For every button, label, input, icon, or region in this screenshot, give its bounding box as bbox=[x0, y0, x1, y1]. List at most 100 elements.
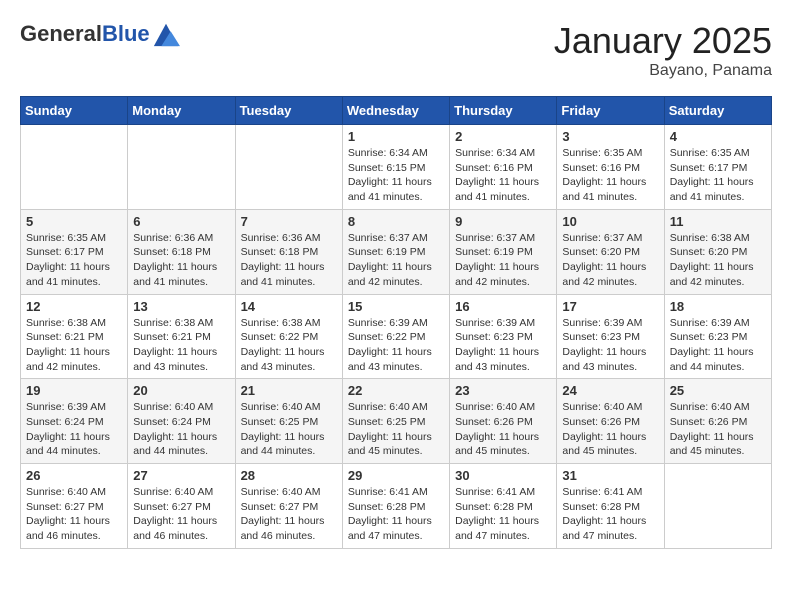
day-number: 10 bbox=[562, 214, 658, 229]
day-info: Sunrise: 6:38 AM Sunset: 6:20 PM Dayligh… bbox=[670, 231, 766, 290]
day-info: Sunrise: 6:40 AM Sunset: 6:26 PM Dayligh… bbox=[455, 400, 551, 459]
calendar-cell: 16 Sunrise: 6:39 AM Sunset: 6:23 PM Dayli… bbox=[450, 294, 557, 379]
day-number: 23 bbox=[455, 383, 551, 398]
logo-general: General bbox=[20, 21, 102, 46]
calendar-cell: 3 Sunrise: 6:35 AM Sunset: 6:16 PM Daylig… bbox=[557, 125, 664, 210]
calendar-cell: 10 Sunrise: 6:37 AM Sunset: 6:20 PM Dayli… bbox=[557, 209, 664, 294]
day-number: 9 bbox=[455, 214, 551, 229]
day-info: Sunrise: 6:39 AM Sunset: 6:23 PM Dayligh… bbox=[562, 316, 658, 375]
calendar-cell: 20Sunrise: 6:40 AM Sunset: 6:24 PM Dayli… bbox=[128, 379, 235, 464]
calendar-cell bbox=[128, 125, 235, 210]
weekday-header: Wednesday bbox=[342, 97, 449, 125]
day-number: 16 bbox=[455, 299, 551, 314]
day-info: Sunrise: 6:35 AM Sunset: 6:17 PM Dayligh… bbox=[26, 231, 122, 290]
day-info: Sunrise: 6:37 AM Sunset: 6:20 PM Dayligh… bbox=[562, 231, 658, 290]
calendar-cell: 28 Sunrise: 6:40 AM Sunset: 6:27 PM Dayli… bbox=[235, 464, 342, 549]
day-info: Sunrise: 6:37 AM Sunset: 6:19 PM Dayligh… bbox=[348, 231, 444, 290]
day-info: Sunrise: 6:39 AM Sunset: 6:23 PM Dayligh… bbox=[455, 316, 551, 375]
day-info: Sunrise: 6:34 AM Sunset: 6:16 PM Dayligh… bbox=[455, 146, 551, 205]
day-number: 4 bbox=[670, 129, 766, 144]
day-info: Sunrise: 6:36 AM Sunset: 6:18 PM Dayligh… bbox=[133, 231, 229, 290]
day-number: 28 bbox=[241, 468, 337, 483]
calendar-week-row: 12 Sunrise: 6:38 AM Sunset: 6:21 PM Dayli… bbox=[21, 294, 772, 379]
calendar-cell bbox=[664, 464, 771, 549]
day-number: 18 bbox=[670, 299, 766, 314]
day-info: Sunrise: 6:39 AM Sunset: 6:22 PM Dayligh… bbox=[348, 316, 444, 375]
day-info: Sunrise: 6:37 AM Sunset: 6:19 PM Dayligh… bbox=[455, 231, 551, 290]
calendar-cell: 29 Sunrise: 6:41 AM Sunset: 6:28 PM Dayli… bbox=[342, 464, 449, 549]
calendar-cell: 13 Sunrise: 6:38 AM Sunset: 6:21 PM Dayli… bbox=[128, 294, 235, 379]
calendar-cell: 11 Sunrise: 6:38 AM Sunset: 6:20 PM Dayli… bbox=[664, 209, 771, 294]
day-info: Sunrise: 6:38 AM Sunset: 6:21 PM Dayligh… bbox=[133, 316, 229, 375]
day-info: Sunrise: 6:40 AM Sunset: 6:27 PM Dayligh… bbox=[133, 485, 229, 544]
day-number: 14 bbox=[241, 299, 337, 314]
calendar-cell: 6Sunrise: 6:36 AM Sunset: 6:18 PM Daylig… bbox=[128, 209, 235, 294]
day-info: Sunrise: 6:40 AM Sunset: 6:26 PM Dayligh… bbox=[670, 400, 766, 459]
day-info: Sunrise: 6:34 AM Sunset: 6:15 PM Dayligh… bbox=[348, 146, 444, 205]
weekday-header-row: SundayMondayTuesdayWednesdayThursdayFrid… bbox=[21, 97, 772, 125]
calendar-cell bbox=[21, 125, 128, 210]
day-info: Sunrise: 6:39 AM Sunset: 6:23 PM Dayligh… bbox=[670, 316, 766, 375]
day-number: 17 bbox=[562, 299, 658, 314]
calendar-cell: 7 Sunrise: 6:36 AM Sunset: 6:18 PM Daylig… bbox=[235, 209, 342, 294]
day-info: Sunrise: 6:40 AM Sunset: 6:26 PM Dayligh… bbox=[562, 400, 658, 459]
calendar-cell: 15Sunrise: 6:39 AM Sunset: 6:22 PM Dayli… bbox=[342, 294, 449, 379]
calendar-week-row: 5 Sunrise: 6:35 AM Sunset: 6:17 PM Daylig… bbox=[21, 209, 772, 294]
weekday-header: Friday bbox=[557, 97, 664, 125]
calendar-cell: 4 Sunrise: 6:35 AM Sunset: 6:17 PM Daylig… bbox=[664, 125, 771, 210]
logo-icon bbox=[152, 20, 180, 48]
weekday-header: Monday bbox=[128, 97, 235, 125]
calendar-cell: 19Sunrise: 6:39 AM Sunset: 6:24 PM Dayli… bbox=[21, 379, 128, 464]
day-info: Sunrise: 6:40 AM Sunset: 6:27 PM Dayligh… bbox=[241, 485, 337, 544]
calendar-cell: 1 Sunrise: 6:34 AM Sunset: 6:15 PM Daylig… bbox=[342, 125, 449, 210]
logo-blue: Blue bbox=[102, 21, 150, 46]
calendar-week-row: 1 Sunrise: 6:34 AM Sunset: 6:15 PM Daylig… bbox=[21, 125, 772, 210]
calendar-cell: 30 Sunrise: 6:41 AM Sunset: 6:28 PM Dayli… bbox=[450, 464, 557, 549]
day-number: 3 bbox=[562, 129, 658, 144]
day-info: Sunrise: 6:40 AM Sunset: 6:27 PM Dayligh… bbox=[26, 485, 122, 544]
calendar-cell: 24 Sunrise: 6:40 AM Sunset: 6:26 PM Dayli… bbox=[557, 379, 664, 464]
day-number: 25 bbox=[670, 383, 766, 398]
day-number: 11 bbox=[670, 214, 766, 229]
day-info: Sunrise: 6:41 AM Sunset: 6:28 PM Dayligh… bbox=[348, 485, 444, 544]
calendar-cell: 17 Sunrise: 6:39 AM Sunset: 6:23 PM Dayli… bbox=[557, 294, 664, 379]
day-info: Sunrise: 6:41 AM Sunset: 6:28 PM Dayligh… bbox=[562, 485, 658, 544]
calendar-cell: 22Sunrise: 6:40 AM Sunset: 6:25 PM Dayli… bbox=[342, 379, 449, 464]
calendar-cell: 31Sunrise: 6:41 AM Sunset: 6:28 PM Dayli… bbox=[557, 464, 664, 549]
day-number: 7 bbox=[241, 214, 337, 229]
header: GeneralBlue January 2025 Bayano, Panama bbox=[20, 20, 772, 80]
calendar-week-row: 19Sunrise: 6:39 AM Sunset: 6:24 PM Dayli… bbox=[21, 379, 772, 464]
calendar-cell: 18 Sunrise: 6:39 AM Sunset: 6:23 PM Dayli… bbox=[664, 294, 771, 379]
day-number: 8 bbox=[348, 214, 444, 229]
day-number: 13 bbox=[133, 299, 229, 314]
day-number: 29 bbox=[348, 468, 444, 483]
day-number: 12 bbox=[26, 299, 122, 314]
calendar-cell: 21 Sunrise: 6:40 AM Sunset: 6:25 PM Dayli… bbox=[235, 379, 342, 464]
day-info: Sunrise: 6:36 AM Sunset: 6:18 PM Dayligh… bbox=[241, 231, 337, 290]
day-number: 1 bbox=[348, 129, 444, 144]
weekday-header: Saturday bbox=[664, 97, 771, 125]
day-number: 2 bbox=[455, 129, 551, 144]
day-number: 24 bbox=[562, 383, 658, 398]
day-number: 21 bbox=[241, 383, 337, 398]
calendar-cell: 27Sunrise: 6:40 AM Sunset: 6:27 PM Dayli… bbox=[128, 464, 235, 549]
day-info: Sunrise: 6:40 AM Sunset: 6:25 PM Dayligh… bbox=[348, 400, 444, 459]
calendar-cell: 23 Sunrise: 6:40 AM Sunset: 6:26 PM Dayli… bbox=[450, 379, 557, 464]
day-info: Sunrise: 6:40 AM Sunset: 6:25 PM Dayligh… bbox=[241, 400, 337, 459]
day-number: 30 bbox=[455, 468, 551, 483]
day-info: Sunrise: 6:41 AM Sunset: 6:28 PM Dayligh… bbox=[455, 485, 551, 544]
day-info: Sunrise: 6:38 AM Sunset: 6:21 PM Dayligh… bbox=[26, 316, 122, 375]
day-info: Sunrise: 6:35 AM Sunset: 6:17 PM Dayligh… bbox=[670, 146, 766, 205]
day-info: Sunrise: 6:38 AM Sunset: 6:22 PM Dayligh… bbox=[241, 316, 337, 375]
logo: GeneralBlue bbox=[20, 20, 180, 48]
day-number: 26 bbox=[26, 468, 122, 483]
weekday-header: Tuesday bbox=[235, 97, 342, 125]
location: Bayano, Panama bbox=[554, 62, 772, 80]
day-info: Sunrise: 6:35 AM Sunset: 6:16 PM Dayligh… bbox=[562, 146, 658, 205]
calendar-cell: 14 Sunrise: 6:38 AM Sunset: 6:22 PM Dayli… bbox=[235, 294, 342, 379]
day-number: 5 bbox=[26, 214, 122, 229]
calendar-cell: 5 Sunrise: 6:35 AM Sunset: 6:17 PM Daylig… bbox=[21, 209, 128, 294]
day-number: 19 bbox=[26, 383, 122, 398]
calendar-cell: 9 Sunrise: 6:37 AM Sunset: 6:19 PM Daylig… bbox=[450, 209, 557, 294]
calendar-cell: 25 Sunrise: 6:40 AM Sunset: 6:26 PM Dayli… bbox=[664, 379, 771, 464]
